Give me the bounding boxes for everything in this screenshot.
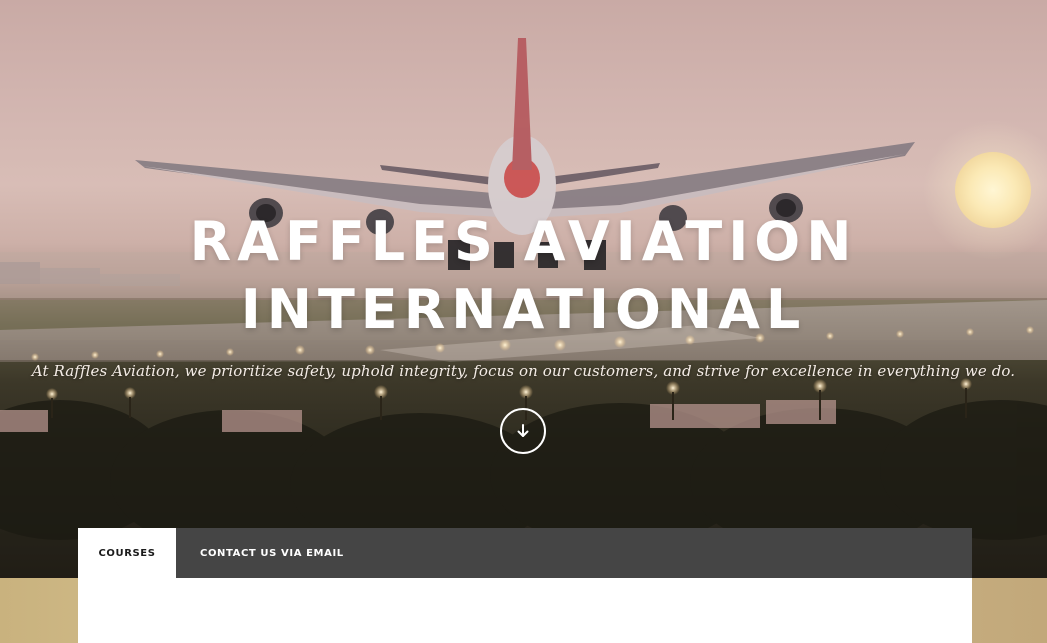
tab-contact-email[interactable]: CONTACT US VIA EMAIL — [176, 528, 368, 578]
page: RAFFLES AVIATION INTERNATIONAL At Raffle… — [0, 0, 1047, 643]
scroll-down-button[interactable] — [500, 408, 546, 454]
tab-courses-label: COURSES — [98, 547, 156, 559]
tab-bar: COURSES CONTACT US VIA EMAIL — [78, 528, 972, 578]
hero-title: RAFFLES AVIATION INTERNATIONAL — [0, 208, 1047, 344]
tab-contact-email-label: CONTACT US VIA EMAIL — [200, 547, 344, 559]
hero-title-line1: RAFFLES AVIATION — [189, 210, 858, 273]
arrow-down-icon — [517, 424, 529, 437]
hero-tagline: At Raffles Aviation, we prioritize safet… — [31, 362, 1016, 380]
hero-banner: RAFFLES AVIATION INTERNATIONAL At Raffle… — [0, 0, 1047, 578]
tab-courses[interactable]: COURSES — [78, 528, 176, 578]
hero-title-line2: INTERNATIONAL — [240, 278, 807, 341]
tab-content-panel — [78, 578, 972, 643]
